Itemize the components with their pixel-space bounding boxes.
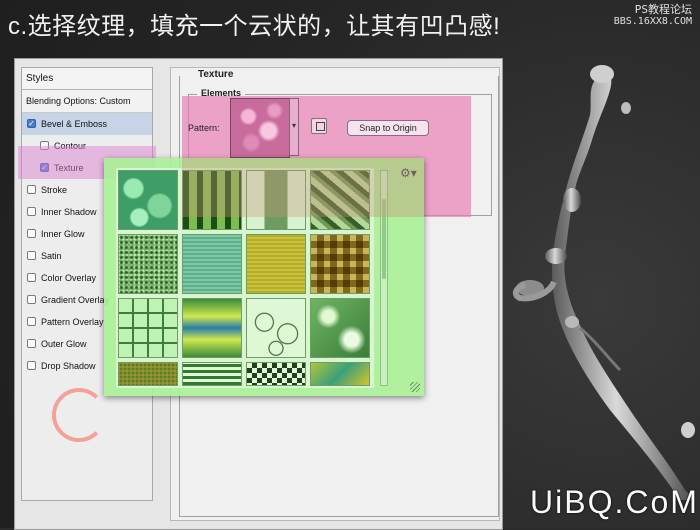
- blending-options-item[interactable]: Blending Options: Custom: [22, 90, 152, 113]
- highlight-overlap: [182, 158, 424, 217]
- pattern-thumb[interactable]: [246, 298, 306, 358]
- color-overlay-checkbox[interactable]: [27, 273, 36, 282]
- styles-header[interactable]: Styles: [22, 68, 152, 90]
- watermark-line1: PS教程论坛: [634, 3, 692, 16]
- pattern-dropdown-button[interactable]: ▾: [289, 98, 299, 156]
- resize-grip-icon[interactable]: [410, 382, 420, 392]
- stroke-label: Stroke: [41, 185, 68, 195]
- stroke-checkbox[interactable]: [27, 185, 36, 194]
- instruction-headline: c.选择纹理，填充一个云状的，让其有凹凸感!: [8, 13, 501, 40]
- inner-glow-checkbox[interactable]: [27, 229, 36, 238]
- drop-shadow-checkbox[interactable]: [27, 361, 36, 370]
- style-item-bevel-emboss[interactable]: ✓ Bevel & Emboss: [22, 113, 152, 135]
- pattern-thumb[interactable]: [118, 298, 178, 358]
- drop-shadow-label: Drop Shadow: [41, 361, 96, 371]
- watermark-line2: BBS.16XX8.COM: [613, 16, 692, 27]
- pattern-thumb[interactable]: [246, 234, 306, 294]
- pattern-thumb[interactable]: [310, 234, 370, 294]
- inner-shadow-checkbox[interactable]: [27, 207, 36, 216]
- pattern-thumb[interactable]: [310, 298, 370, 358]
- pattern-thumb[interactable]: [246, 362, 306, 386]
- pattern-thumb[interactable]: [118, 362, 178, 386]
- satin-checkbox[interactable]: [27, 251, 36, 260]
- pattern-label: Pattern:: [188, 123, 220, 133]
- pattern-thumb[interactable]: [118, 170, 178, 230]
- snap-to-origin-button[interactable]: Snap to Origin: [347, 120, 429, 136]
- texture-group-title: Texture: [194, 69, 238, 80]
- pattern-overlay-label: Pattern Overlay: [41, 317, 104, 327]
- pattern-thumb[interactable]: [118, 234, 178, 294]
- step-letter-c: [52, 388, 106, 442]
- pattern-swatch[interactable]: [230, 98, 290, 158]
- pattern-thumb[interactable]: [182, 298, 242, 358]
- blending-options-label: Blending Options: Custom: [26, 96, 131, 106]
- satin-label: Satin: [41, 251, 62, 261]
- pattern-thumb[interactable]: [182, 362, 242, 386]
- top-watermark: PS教程论坛 BBS.16XX8.COM: [582, 4, 692, 28]
- pattern-thumb[interactable]: [182, 234, 242, 294]
- new-preset-button[interactable]: [311, 118, 327, 134]
- gradient-overlay-label: Gradient Overlay: [41, 295, 110, 305]
- bottom-watermark: UiBQ.CoM: [530, 484, 699, 520]
- inner-glow-label: Inner Glow: [41, 229, 85, 239]
- pattern-thumb[interactable]: [310, 362, 370, 386]
- outer-glow-label: Outer Glow: [41, 339, 87, 349]
- gradient-overlay-checkbox[interactable]: [27, 295, 36, 304]
- new-preset-icon: [316, 122, 325, 131]
- pattern-overlay-checkbox[interactable]: [27, 317, 36, 326]
- outer-glow-checkbox[interactable]: [27, 339, 36, 348]
- inner-shadow-label: Inner Shadow: [41, 207, 97, 217]
- color-overlay-label: Color Overlay: [41, 273, 97, 283]
- bevel-emboss-label: Bevel & Emboss: [41, 119, 108, 129]
- chevron-down-icon: ▾: [292, 121, 297, 130]
- bevel-emboss-checkbox[interactable]: ✓: [27, 119, 36, 128]
